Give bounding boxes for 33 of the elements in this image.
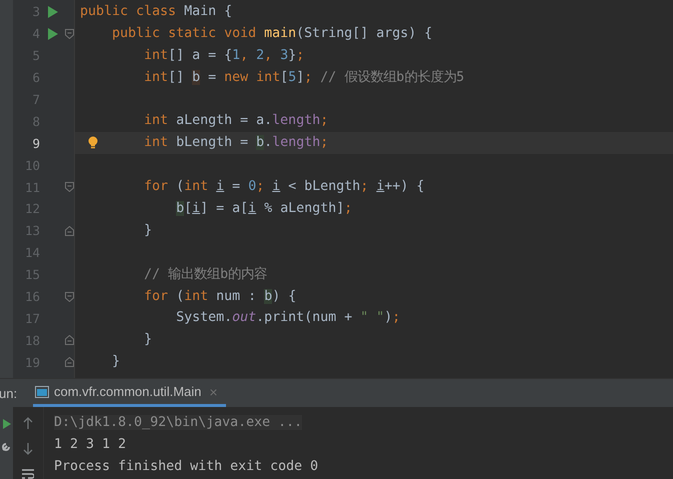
up-arrow-icon[interactable] xyxy=(23,417,33,429)
run-tab[interactable]: com.vfr.common.util.Main × xyxy=(33,379,226,407)
code-line: int[] a = {1, 2, 3}; xyxy=(143,46,306,65)
console-output: 1 2 3 1 2 xyxy=(54,436,126,452)
console-command: D:\jdk1.8.0_92\bin\java.exe ... xyxy=(54,414,302,430)
code-line: int aLength = a.length; xyxy=(143,112,330,130)
fold-icon[interactable] xyxy=(65,182,74,192)
code-line: } xyxy=(143,331,154,350)
code-line: System.out.print(num + " "); xyxy=(175,309,402,328)
soft-wrap-icon[interactable] xyxy=(22,469,34,479)
down-arrow-icon[interactable] xyxy=(23,443,33,455)
unfold-icon[interactable] xyxy=(65,335,74,346)
console-icon xyxy=(35,386,49,398)
rerun-icon[interactable] xyxy=(2,419,10,429)
fold-icon[interactable] xyxy=(65,292,74,302)
code-line: public static void main(String[] args) { xyxy=(111,24,434,43)
code-line: } xyxy=(111,353,122,372)
code-line: int[] b = new int[5]; // 假设数组b的长度为5 xyxy=(143,68,466,87)
lightbulb-icon[interactable] xyxy=(88,136,98,150)
code-line: public class Main { xyxy=(79,3,234,21)
unfold-icon[interactable] xyxy=(65,226,74,236)
run-icon[interactable] xyxy=(47,6,58,18)
unfold-icon[interactable] xyxy=(65,357,74,368)
run-icon[interactable] xyxy=(47,28,58,40)
console-output: Process finished with exit code 0 xyxy=(54,458,318,474)
line-number: 9 xyxy=(31,136,40,151)
panel-label: un: xyxy=(0,386,18,400)
code-line: for (int i = 0; i < bLength; i++) { xyxy=(143,178,426,196)
code-line: // 输出数组b的内容 xyxy=(143,266,268,284)
code-line: b[i] = a[i % aLength]; xyxy=(175,200,354,218)
fold-icon[interactable] xyxy=(65,28,74,39)
code-line: } xyxy=(143,222,154,240)
code-line: for (int num : b) { xyxy=(143,288,298,306)
